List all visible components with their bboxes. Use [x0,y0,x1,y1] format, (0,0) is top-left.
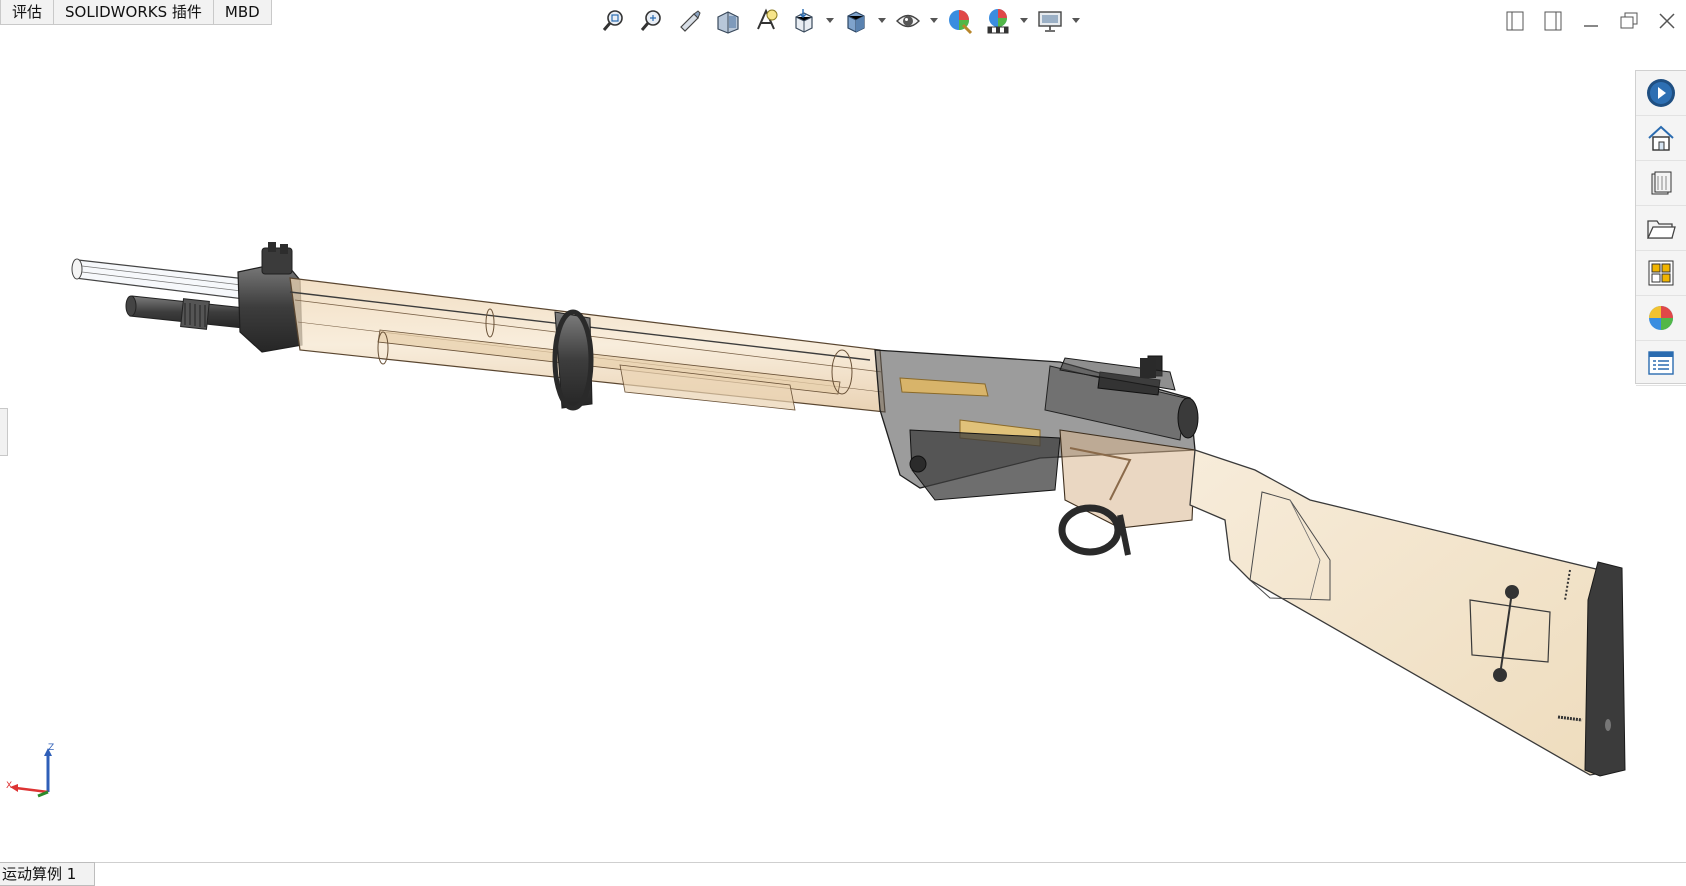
reference-triad: Z X [4,740,64,800]
bottom-tab-bar: 运动算例 1 [0,862,1686,886]
tab-evaluate[interactable]: 评估 [0,0,55,25]
appearances-scenes-icon[interactable] [1636,296,1686,341]
task-pane [1635,70,1686,386]
home-icon[interactable] [1636,116,1686,161]
tab-motion-study-1[interactable]: 运动算例 1 [0,862,96,886]
buttstock [1189,449,1626,777]
close-icon[interactable] [1648,6,1686,36]
middle-band [552,309,594,411]
command-manager-tabs: 评估 SOLIDWORKS 插件 MBD [0,0,272,26]
view-palette-icon[interactable] [1636,251,1686,296]
trigger-assembly [1058,429,1196,556]
design-library-icon[interactable] [1636,161,1686,206]
solidworks-resources-icon[interactable] [1636,71,1686,116]
triad-z-label: Z [48,743,54,753]
file-explorer-icon[interactable] [1636,206,1686,251]
rifle-model [71,242,1626,777]
graphics-area[interactable] [0,30,1636,860]
custom-properties-icon[interactable] [1636,341,1686,386]
bayonet-tube [71,258,256,301]
triad-x-label: X [6,781,12,791]
tab-mbd[interactable]: MBD [213,0,272,25]
barrel-muzzle [125,295,246,330]
tab-solidworks-addins[interactable]: SOLIDWORKS 插件 [54,0,214,25]
